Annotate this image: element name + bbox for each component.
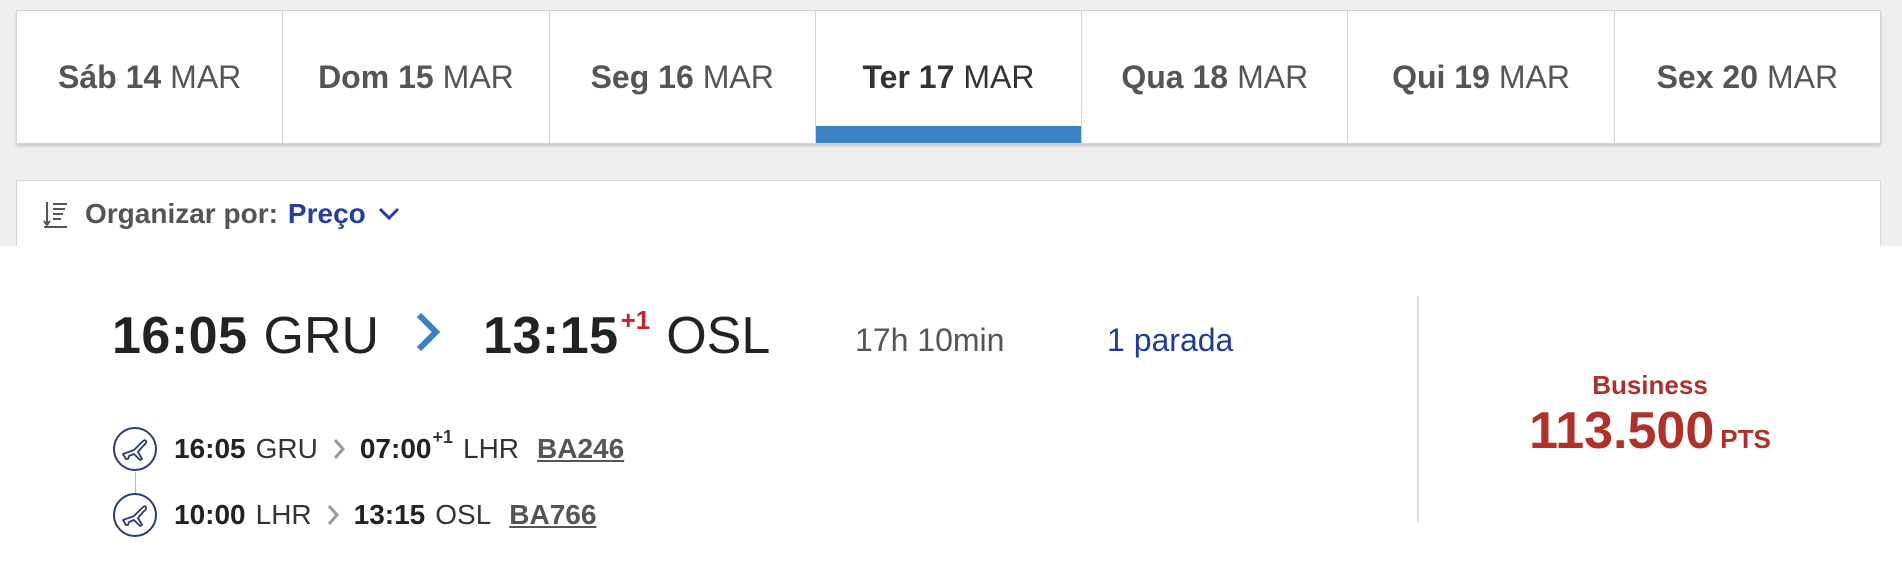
date-tab-month: MAR (1498, 58, 1570, 95)
chevron-right-icon (415, 312, 441, 352)
flight-summary: 16:05 GRU 13:15 +1 OSL (112, 305, 771, 366)
date-tab-weekday: Sáb 14 (58, 58, 162, 95)
arrival-time: 13:15 (483, 307, 619, 365)
segment-departure-time: 10:00 (174, 499, 246, 530)
chevron-right-icon (332, 438, 346, 460)
date-tab-sex-20[interactable]: Sex 20 MAR (1615, 11, 1880, 143)
date-tab-month: MAR (442, 58, 514, 95)
date-tab-dom-15[interactable]: Dom 15 MAR (283, 11, 550, 143)
date-tab-weekday: Ter 17 (862, 58, 955, 95)
sort-bar: Organizar por: Preço (16, 180, 1881, 246)
segment-departure-airport: LHR (255, 499, 312, 530)
stops-link[interactable]: 1 parada (1107, 322, 1233, 359)
date-tab-month: MAR (170, 58, 242, 95)
sort-selected-value: Preço (287, 197, 366, 229)
chevron-down-icon (378, 207, 400, 221)
departure-time: 16:05 (112, 307, 248, 365)
flight-result-card[interactable]: 16:05 GRU 13:15 +1 OSL 17h 10min 1 parad… (0, 246, 1902, 578)
date-selector: Sáb 14 MAR Dom 15 MAR Seg 16 MAR Ter 17 … (16, 10, 1881, 144)
arrival-airport: OSL (666, 307, 771, 365)
date-tab-qui-19[interactable]: Qui 19 MAR (1348, 11, 1615, 143)
date-tab-weekday: Dom 15 (318, 58, 434, 95)
arrival-day-offset: +1 (620, 305, 651, 335)
sort-dropdown[interactable]: Preço (288, 198, 400, 230)
date-tab-weekday: Sex 20 (1656, 58, 1758, 95)
departure-airport: GRU (263, 307, 380, 365)
flight-number-link[interactable]: BA246 (537, 433, 624, 465)
sort-label: Organizar por: (85, 197, 278, 229)
date-tab-sab-14[interactable]: Sáb 14 MAR (17, 11, 284, 143)
flight-segment: 10:00 LHR 13:15 OSL BA766 (112, 492, 596, 538)
segment-arrival-airport: LHR (463, 433, 520, 464)
date-tab-weekday: Seg 16 (590, 58, 694, 95)
cabin-class: Business (1592, 370, 1708, 400)
segment-arrival-time: 13:15 (353, 499, 426, 530)
segment-departure-time: 16:05 (174, 433, 246, 464)
airplane-icon (112, 492, 158, 538)
chevron-right-icon (326, 504, 340, 526)
date-tab-weekday: Qua 18 (1121, 58, 1229, 95)
date-tab-ter-17-selected[interactable]: Ter 17 MAR (815, 11, 1083, 143)
date-tab-month: MAR (963, 58, 1035, 95)
date-tab-seg-16[interactable]: Seg 16 MAR (550, 11, 816, 143)
date-tab-month: MAR (1766, 58, 1839, 95)
price-value: 113.500 (1529, 402, 1715, 460)
segment-arrival-time: 07:00 (359, 433, 432, 464)
date-tab-qua-18[interactable]: Qua 18 MAR (1082, 11, 1349, 143)
card-divider (1417, 296, 1419, 522)
date-tab-month: MAR (1237, 58, 1309, 95)
date-tab-month: MAR (702, 58, 774, 95)
segment-departure-airport: GRU (255, 433, 318, 464)
flight-number-link[interactable]: BA766 (509, 499, 596, 531)
segment-arrival-day-offset: +1 (432, 426, 454, 447)
price-amount: 113.500 PTS (1480, 405, 1820, 465)
sort-icon (43, 199, 73, 229)
flight-duration: 17h 10min (855, 322, 1005, 358)
price-box[interactable]: Business 113.500 PTS (1480, 370, 1820, 465)
flight-segment: 16:05 GRU 07:00 +1 LHR BA246 (112, 426, 624, 472)
date-tab-weekday: Qui 19 (1392, 58, 1490, 95)
airplane-icon (112, 426, 158, 472)
segment-arrival-airport: OSL (435, 499, 492, 530)
price-unit: PTS (1720, 424, 1771, 454)
